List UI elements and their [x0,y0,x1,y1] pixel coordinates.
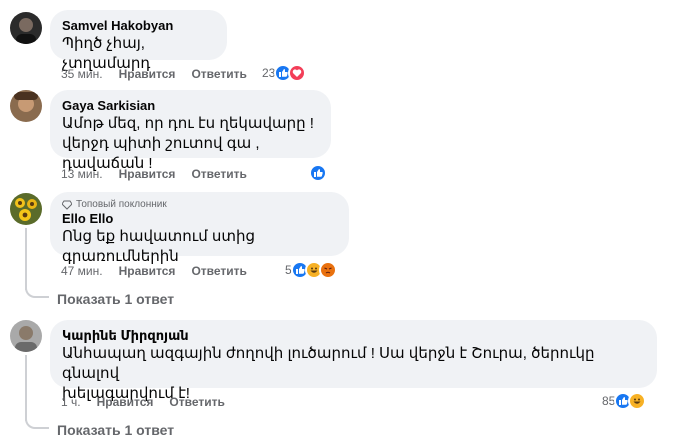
comment-author[interactable]: Samvel Hakobyan [62,18,215,34]
comment-bubble: Топовый поклонник Ello Ello Ոնց եք հավատ… [50,192,349,265]
reactions-summary[interactable]: 5 [285,261,337,279]
reply-button[interactable]: Ответить [191,66,246,82]
comment-time[interactable]: 35 мин. [61,66,103,82]
comment-author[interactable]: Gaya Sarkisian [62,98,319,114]
angry-icon [318,261,337,279]
reactions-summary[interactable] [309,164,327,182]
reply-button[interactable]: Ответить [191,263,246,279]
avatar[interactable] [10,193,42,225]
comment-bubble: Gaya Sarkisian Ամոթ մեզ, որ դու էս ղեկավ… [50,90,331,172]
comment-time[interactable]: 47 мин. [61,263,103,279]
show-replies-link[interactable]: Показать 1 ответ [57,291,174,307]
comment-time[interactable]: 13 мин. [61,166,103,182]
show-replies-link[interactable]: Показать 1 ответ [57,422,174,438]
thread-line [25,355,27,421]
like-button[interactable]: Нравится [119,263,176,279]
comment-bubble: Կարինե Միրզոյան Անհապաղ ազգային ժողովի լ… [50,320,657,402]
comment-meta: 13 мин. Нравится Ответить [61,166,263,182]
comment-text: Անհապաղ ազգային ժողովի լուծարում ! Սա վե… [62,345,595,382]
top-fan-badge: Топовый поклонник [62,198,337,211]
haha-icon [628,392,647,410]
like-button[interactable]: Нравится [119,66,176,82]
like-button[interactable]: Нравится [119,166,176,182]
badge-label: Топовый поклонник [76,199,167,210]
reactions-summary[interactable]: 23 [262,64,307,82]
like-icon [309,164,327,182]
comment-text: Ամոթ մեզ, որ դու էս ղեկավարը ! [62,115,314,132]
thread-line [25,228,27,290]
comment-author[interactable]: Ello Ello [62,211,337,227]
comment-meta: 35 мин. Нравится Ответить [61,66,263,82]
thread-line [25,415,49,429]
reaction-count: 85 [602,394,616,408]
love-icon [288,64,307,82]
reply-button[interactable]: Ответить [169,394,224,410]
avatar[interactable] [10,90,42,122]
diamond-icon [62,200,72,210]
avatar[interactable] [10,12,42,44]
thread-line [25,284,49,298]
avatar[interactable] [10,320,42,352]
comment-time[interactable]: 1 ч. [61,394,81,410]
reaction-count: 23 [262,66,276,80]
reply-button[interactable]: Ответить [191,166,246,182]
comment-meta: 47 мин. Нравится Ответить [61,263,263,279]
comment-author[interactable]: Կարինե Միրզոյան [62,328,645,344]
reactions-summary[interactable]: 85 [602,392,647,410]
comment-bubble: Samvel Hakobyan Պիղծ չհայ, չտղամարդ [50,10,227,72]
like-button[interactable]: Нравится [97,394,154,410]
comment-meta: 1 ч. Нравится Ответить [61,394,241,410]
